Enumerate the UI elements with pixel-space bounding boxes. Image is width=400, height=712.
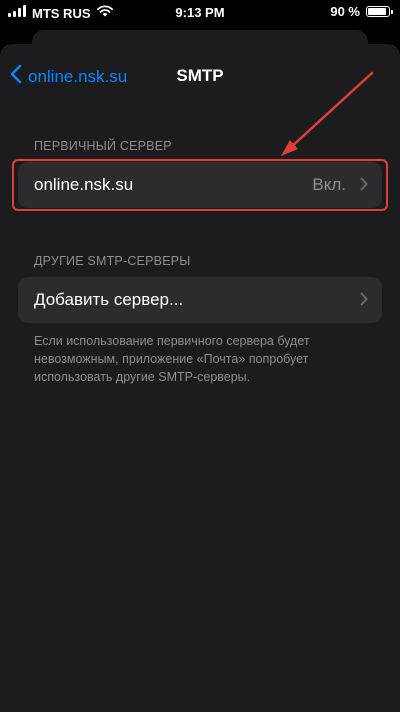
- annotation-arrow-icon: [281, 71, 374, 156]
